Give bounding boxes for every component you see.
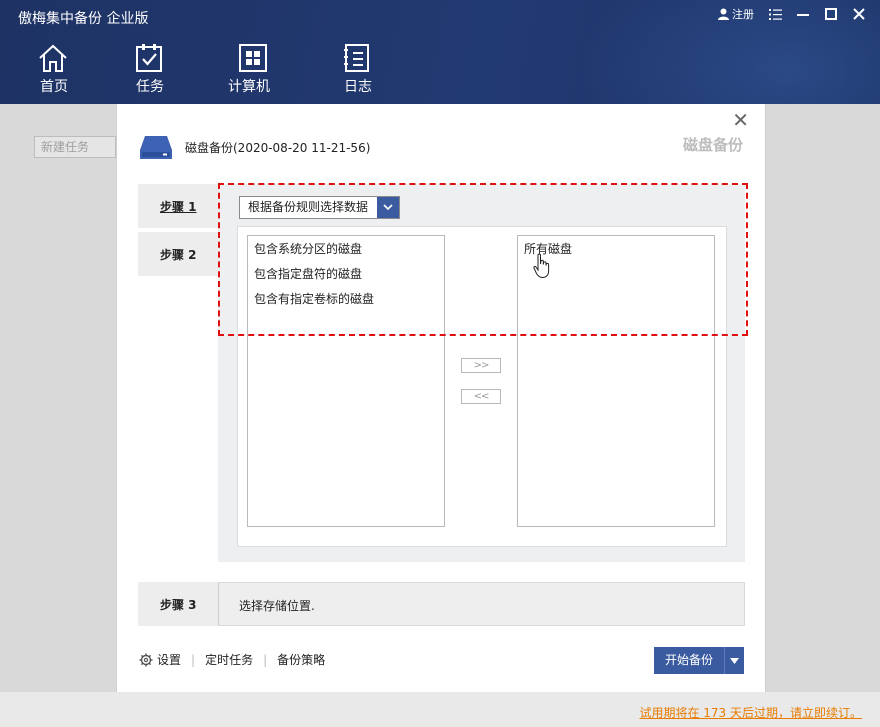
start-backup-button[interactable]: 开始备份 <box>654 647 744 674</box>
user-icon <box>718 8 729 20</box>
nav-computer[interactable]: 计算机 <box>214 42 310 96</box>
list-item[interactable]: 包含指定盘符的磁盘 <box>248 262 444 287</box>
dialog-footer-links: 设置 | 定时任务 | 备份策略 <box>139 651 325 668</box>
app-title: 傲梅集中备份 企业版 <box>18 11 149 27</box>
step-content-panel: 根据备份规则选择数据 包含系统分区的磁盘 包含指定盘符的磁盘 包含有指定卷标的磁… <box>218 184 745 562</box>
window-controls: 注册 <box>718 6 866 22</box>
schedule-link[interactable]: 定时任务 <box>205 651 253 668</box>
step-3-text: 选择存储位置. <box>239 599 315 613</box>
log-icon <box>344 44 369 72</box>
register-button[interactable]: 注册 <box>718 6 754 22</box>
nav-task[interactable]: 任务 <box>118 42 214 96</box>
backup-rule-select[interactable]: 根据备份规则选择数据 <box>239 196 400 219</box>
dialog-close-button[interactable]: ✕ <box>732 110 749 130</box>
start-backup-label: 开始备份 <box>664 653 713 667</box>
start-backup-dropdown[interactable] <box>724 647 744 674</box>
register-label: 注册 <box>732 8 754 21</box>
list-item[interactable]: 包含有指定卷标的磁盘 <box>248 287 444 312</box>
chevron-down-icon <box>383 204 393 211</box>
backup-rule-select-value: 根据备份规则选择数据 <box>248 200 369 214</box>
list-item[interactable]: 包含系统分区的磁盘 <box>248 236 444 262</box>
caret-down-icon <box>730 657 739 664</box>
dialog-title: 磁盘备份(2020-08-20 11-21-56) <box>185 140 371 155</box>
close-icon <box>853 8 865 20</box>
maximize-icon <box>825 8 837 20</box>
minimize-button[interactable] <box>796 6 810 22</box>
available-rules-list[interactable]: 包含系统分区的磁盘 包含指定盘符的磁盘 包含有指定卷标的磁盘 <box>247 235 445 527</box>
hand-cursor-icon <box>533 253 550 279</box>
select-dropdown-button[interactable] <box>377 197 399 218</box>
step-3-tab[interactable]: 步骤 3 <box>138 582 218 626</box>
rule-picker: 包含系统分区的磁盘 包含指定盘符的磁盘 包含有指定卷标的磁盘 >> << 所有磁… <box>237 226 727 547</box>
disk-icon <box>140 136 172 159</box>
step-3-label: 步骤 3 <box>160 598 197 612</box>
computer-icon <box>239 44 267 72</box>
step-2-tab[interactable]: 步骤 2 <box>138 232 218 276</box>
step-2-label: 步骤 2 <box>160 248 197 262</box>
minimize-icon <box>797 14 809 16</box>
main-nav: 首页 任务 计算机 日志 <box>22 42 406 96</box>
settings-label: 设置 <box>157 653 182 667</box>
app-header: 傲梅集中备份 企业版 注册 首页 任务 计算机 日志 <box>0 0 880 104</box>
nav-home[interactable]: 首页 <box>22 42 118 96</box>
dialog-header: 磁盘备份(2020-08-20 11-21-56) <box>139 134 370 160</box>
step-1-label: 步骤 1 <box>160 200 197 214</box>
trial-expiry-link[interactable]: 试用期将在 173 天后过期，请立即续订。 <box>639 704 862 721</box>
maximize-button[interactable] <box>824 6 838 22</box>
nav-task-label: 任务 <box>136 79 164 95</box>
nav-computer-label: 计算机 <box>228 79 270 95</box>
step-1-tab[interactable]: 步骤 1 <box>138 184 218 228</box>
disk-backup-dialog: ✕ 磁盘备份(2020-08-20 11-21-56) 磁盘备份 步骤 1 步骤… <box>116 104 766 692</box>
menu-button[interactable] <box>768 6 782 22</box>
gear-icon <box>139 653 153 666</box>
home-icon <box>39 44 67 72</box>
remove-rule-button[interactable]: << <box>461 389 501 404</box>
schedule-label: 定时任务 <box>205 653 254 667</box>
nav-log[interactable]: 日志 <box>310 42 406 96</box>
menu-icon <box>768 8 782 20</box>
nav-home-label: 首页 <box>40 79 68 95</box>
close-window-button[interactable] <box>852 6 866 22</box>
strategy-label: 备份策略 <box>277 653 326 667</box>
settings-link[interactable]: 设置 <box>139 651 181 668</box>
divider: | <box>191 652 196 667</box>
dialog-subtitle: 磁盘备份 <box>682 136 743 154</box>
add-rule-button[interactable]: >> <box>461 358 501 373</box>
new-task-button[interactable]: 新建任务 <box>34 136 116 158</box>
nav-log-label: 日志 <box>344 79 372 95</box>
divider: | <box>263 652 268 667</box>
step-3-row[interactable]: 选择存储位置. <box>218 582 745 626</box>
strategy-link[interactable]: 备份策略 <box>277 651 325 668</box>
task-icon <box>136 44 162 72</box>
